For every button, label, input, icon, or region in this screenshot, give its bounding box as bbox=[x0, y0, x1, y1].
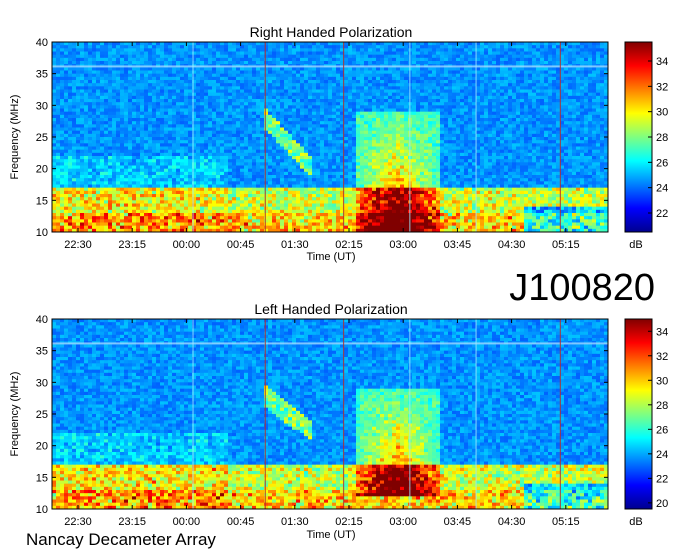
x-tick-label: 03:00 bbox=[389, 239, 417, 251]
colorbar-tick-label: 28 bbox=[656, 132, 668, 144]
spectrogram-plot bbox=[52, 42, 608, 232]
vertical-rfi-line bbox=[475, 42, 477, 232]
vertical-rfi-line bbox=[475, 319, 477, 509]
x-tick-label: 22:30 bbox=[64, 516, 92, 528]
y-tick-label: 15 bbox=[36, 472, 48, 484]
vertical-rfi-line bbox=[264, 42, 266, 232]
colorbar-tick-label: 22 bbox=[656, 208, 668, 220]
x-tick-label: 02:15 bbox=[335, 239, 363, 251]
panel-left-polarization: Left Handed Polarization 10152025303540 … bbox=[9, 301, 668, 541]
y-tick-label: 40 bbox=[36, 37, 48, 49]
colorbar-tick-label: 28 bbox=[656, 400, 668, 412]
panel-title: Right Handed Polarization bbox=[250, 24, 413, 40]
colorbar-tick-label: 22 bbox=[656, 473, 668, 485]
vertical-rfi-line bbox=[559, 42, 561, 232]
y-tick-label: 25 bbox=[36, 132, 48, 144]
x-tick-label: 03:45 bbox=[444, 516, 472, 528]
colorbar-label: dB bbox=[629, 516, 642, 528]
colorbar-tick-label: 26 bbox=[656, 157, 668, 169]
y-tick-label: 35 bbox=[36, 69, 48, 81]
colorbar-gradient bbox=[624, 318, 653, 510]
colorbar: 22 24 26 28 30 32 34 dB bbox=[624, 41, 668, 251]
x-tick-label: 22:30 bbox=[64, 239, 92, 251]
rfi-line bbox=[52, 342, 608, 345]
vertical-rfi-line bbox=[192, 319, 194, 509]
colorbar-tick-label: 32 bbox=[656, 81, 668, 93]
y-tick-label: 20 bbox=[36, 164, 48, 176]
x-tick-label: 00:00 bbox=[173, 516, 201, 528]
x-axis-label: Time (UT) bbox=[306, 251, 355, 263]
y-tick-label: 30 bbox=[36, 100, 48, 112]
colorbar-tick-label: 26 bbox=[656, 424, 668, 436]
y-axis-label: Frequency (MHz) bbox=[9, 372, 21, 457]
colorbar-gradient bbox=[624, 41, 653, 233]
x-tick-label: 01:30 bbox=[281, 516, 309, 528]
colorbar-label: dB bbox=[629, 239, 642, 251]
x-tick-label: 03:45 bbox=[444, 239, 472, 251]
panel-right-polarization: Right Handed Polarization 10 15 20 25 30 35 40… bbox=[9, 24, 668, 263]
y-tick-label: 10 bbox=[36, 504, 48, 516]
x-tick-label: 05:15 bbox=[552, 239, 580, 251]
vertical-rfi-line bbox=[409, 42, 411, 232]
colorbar-tick-label: 34 bbox=[656, 56, 668, 68]
x-tick-label: 00:45 bbox=[227, 239, 255, 251]
x-tick-label: 00:45 bbox=[227, 516, 255, 528]
x-axis-label: Time (UT) bbox=[306, 529, 355, 541]
x-tick-label: 05:15 bbox=[552, 516, 580, 528]
instrument-footer: Nancay Decameter Array bbox=[26, 530, 216, 549]
y-tick-label: 25 bbox=[36, 409, 48, 421]
colorbar-tick-label: 32 bbox=[656, 351, 668, 363]
x-tick-label: 04:30 bbox=[498, 239, 526, 251]
observation-id: J100820 bbox=[509, 267, 655, 309]
x-tick-label: 23:15 bbox=[118, 516, 146, 528]
colorbar-tick-label: 34 bbox=[656, 326, 668, 338]
colorbar-tick-label: 24 bbox=[656, 183, 668, 195]
vertical-rfi-line bbox=[559, 319, 561, 509]
vertical-rfi-line bbox=[409, 319, 411, 509]
vertical-rfi-line bbox=[192, 42, 194, 232]
rfi-line bbox=[52, 65, 608, 68]
colorbar-tick-label: 30 bbox=[656, 375, 668, 387]
y-tick-label: 20 bbox=[36, 441, 48, 453]
x-tick-label: 01:30 bbox=[281, 239, 309, 251]
vertical-rfi-line bbox=[264, 319, 266, 509]
x-tick-label: 00:00 bbox=[173, 239, 201, 251]
y-tick-label: 30 bbox=[36, 377, 48, 389]
colorbar: 20 22 24 26 28 30 32 34 dB bbox=[624, 318, 668, 528]
x-tick-label: 02:15 bbox=[335, 516, 363, 528]
colorbar-tick-label: 20 bbox=[656, 498, 668, 510]
dynamic-spectrum-figure: Right Handed Polarization 10 15 20 25 30 35 40… bbox=[9, 24, 668, 549]
y-tick-label: 10 bbox=[36, 227, 48, 239]
panel-title: Left Handed Polarization bbox=[254, 301, 407, 317]
x-tick-label: 23:15 bbox=[118, 239, 146, 251]
colorbar-tick-label: 30 bbox=[656, 107, 668, 119]
y-axis-label: Frequency (MHz) bbox=[9, 95, 21, 180]
vertical-rfi-line bbox=[342, 319, 345, 509]
vertical-rfi-line bbox=[342, 42, 345, 232]
y-tick-label: 35 bbox=[36, 346, 48, 358]
y-tick-label: 40 bbox=[36, 314, 48, 326]
y-tick-label: 15 bbox=[36, 195, 48, 207]
spectrogram-plot bbox=[52, 319, 608, 509]
x-tick-label: 03:00 bbox=[389, 516, 417, 528]
colorbar-tick-label: 24 bbox=[656, 449, 668, 461]
x-tick-label: 04:30 bbox=[498, 516, 526, 528]
